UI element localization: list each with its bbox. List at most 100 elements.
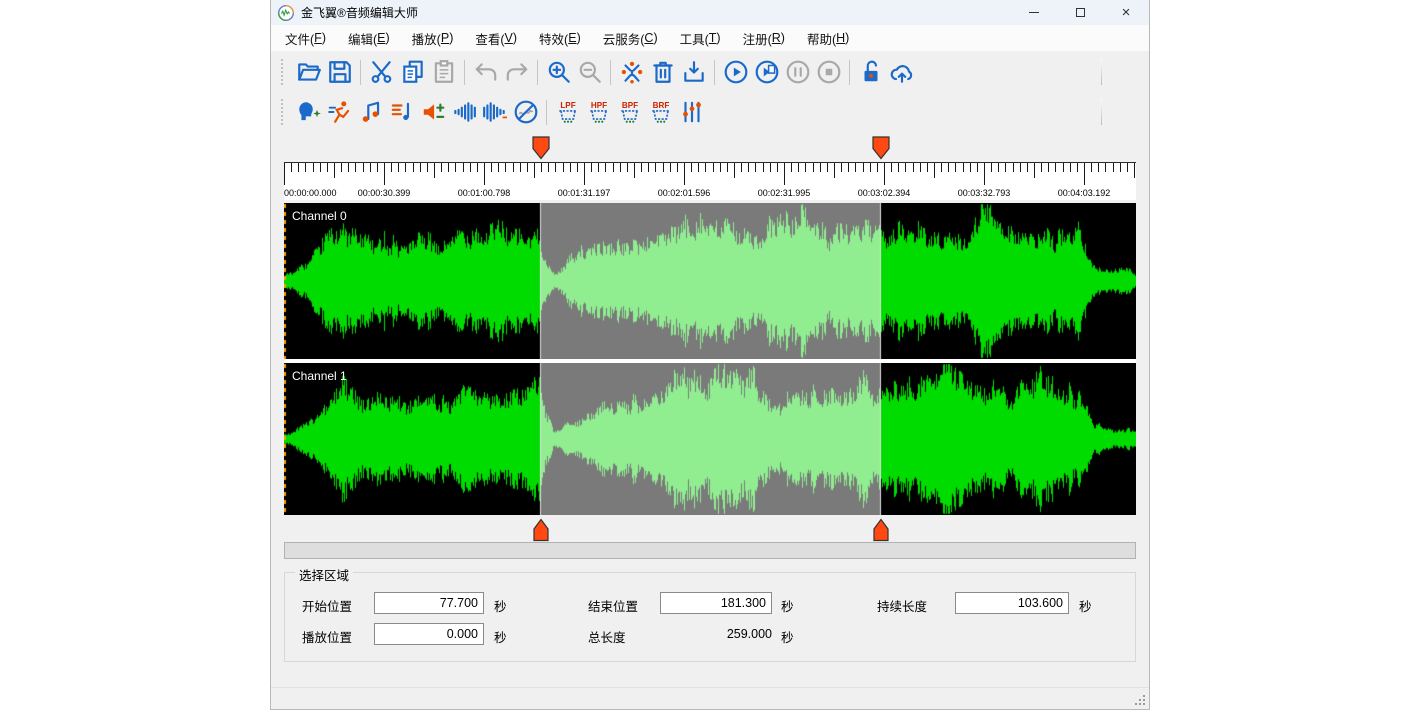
status-bar [271, 687, 1149, 709]
ruler-tick [955, 163, 956, 172]
open-icon [296, 59, 322, 85]
ruler-tick [963, 163, 964, 172]
cut-button[interactable] [367, 57, 396, 87]
tempo-button[interactable] [325, 97, 354, 127]
ruler-label: 00:04:03.192 [1058, 188, 1111, 198]
save-button[interactable] [325, 57, 354, 87]
minimize-icon [1029, 12, 1039, 13]
ruler-tick [1063, 163, 1064, 172]
ruler-tick [998, 163, 999, 172]
resize-grip[interactable] [1135, 695, 1145, 705]
end-position-input[interactable] [660, 592, 772, 614]
copy-button[interactable] [398, 57, 427, 87]
ruler-tick [705, 163, 706, 172]
unlock-button[interactable] [856, 57, 885, 87]
ruler-tick [284, 163, 285, 185]
ruler-tick [427, 163, 428, 172]
ruler-tick [663, 163, 664, 172]
maximize-button[interactable] [1057, 0, 1103, 25]
ruler-tick [891, 163, 892, 172]
timeline-ruler[interactable]: 00:00:00.00000:00:30.39900:01:00.79800:0… [284, 162, 1136, 200]
maximize-icon [1076, 8, 1085, 17]
import-button[interactable] [679, 57, 708, 87]
pitch-button[interactable] [356, 97, 385, 127]
menu-item-3[interactable]: 播放(P) [401, 25, 465, 51]
ruler-tick [841, 163, 842, 172]
volume-icon [420, 99, 446, 125]
play-button[interactable] [721, 57, 750, 87]
play-position-input[interactable] [374, 623, 484, 645]
ruler-tick [920, 163, 921, 172]
menu-item-4[interactable]: 查看(V) [464, 25, 528, 51]
filter-brf-button[interactable]: BRF [646, 97, 675, 127]
ruler-tick [720, 163, 721, 172]
menu-item-9[interactable]: 帮助(H) [796, 25, 860, 51]
filter-hpf-button[interactable]: HPF [584, 97, 613, 127]
fade-out-button[interactable] [480, 97, 509, 127]
open-button[interactable] [294, 57, 323, 87]
menu-item-6[interactable]: 云服务(C) [592, 25, 669, 51]
ruler-tick [977, 163, 978, 172]
toolbar-grip[interactable] [281, 59, 285, 85]
minimize-button[interactable] [1011, 0, 1057, 25]
toolbar-separator [849, 60, 850, 85]
volume-button[interactable] [418, 97, 447, 127]
rate-button[interactable] [387, 97, 416, 127]
ruler-tick [1120, 163, 1121, 172]
ruler-tick [584, 163, 585, 185]
total-length-unit: 秒 [781, 627, 794, 646]
ruler-tick [1005, 163, 1006, 172]
voice-button[interactable] [294, 97, 323, 127]
menu-item-5[interactable]: 特效(E) [528, 25, 592, 51]
fade-in-button[interactable] [449, 97, 478, 127]
ruler-tick [770, 163, 771, 172]
pause-icon [785, 59, 811, 85]
ruler-tick [1098, 163, 1099, 172]
svg-text:HPF: HPF [590, 101, 606, 110]
total-length-label: 总长度 [588, 627, 626, 646]
start-position-input[interactable] [374, 592, 484, 614]
toolbar-grip[interactable] [281, 99, 285, 125]
delete-button[interactable] [648, 57, 677, 87]
filter-lpf-button[interactable]: LPF [553, 97, 582, 127]
close-button[interactable]: × [1103, 0, 1149, 25]
ruler-tick [398, 163, 399, 172]
ruler-tick [970, 163, 971, 172]
menu-item-1[interactable]: 文件(F) [274, 25, 337, 51]
mix-button[interactable] [617, 57, 646, 87]
ruler-tick [1113, 163, 1114, 172]
waveform-channel-0[interactable] [284, 203, 1136, 359]
ruler-tick [620, 163, 621, 172]
ruler-tick [370, 163, 371, 172]
close-icon: × [1122, 5, 1131, 20]
menu-item-7[interactable]: 工具(T) [669, 25, 732, 51]
zoom-in-button[interactable] [544, 57, 573, 87]
stop-button [814, 57, 843, 87]
equalizer-button[interactable] [677, 97, 706, 127]
zoom-in-icon [546, 59, 572, 85]
ruler-tick [1084, 163, 1085, 185]
ruler-tick [791, 163, 792, 172]
ruler-tick [834, 163, 835, 178]
duration-input[interactable] [955, 592, 1069, 614]
selection-start-marker-top[interactable] [532, 136, 550, 165]
ruler-tick [1027, 163, 1028, 172]
ruler-tick [534, 163, 535, 178]
cut-icon [369, 59, 395, 85]
denoise-button[interactable] [511, 97, 540, 127]
toolbar-separator [714, 60, 715, 85]
filter-bpf-button[interactable]: BPF [615, 97, 644, 127]
ruler-tick [591, 163, 592, 172]
play-selection-button[interactable] [752, 57, 781, 87]
ruler-tick [313, 163, 314, 172]
waveform-scrollbar[interactable] [284, 542, 1136, 559]
end-position-label: 结束位置 [588, 596, 638, 615]
cloud-upload-button[interactable] [887, 57, 916, 87]
pitch-icon [358, 99, 384, 125]
menu-item-8[interactable]: 注册(R) [732, 25, 796, 51]
ruler-tick [820, 163, 821, 172]
waveform-channel-1[interactable] [284, 363, 1136, 515]
ruler-tick [298, 163, 299, 172]
selection-end-marker-top[interactable] [872, 136, 890, 165]
menu-item-2[interactable]: 编辑(E) [337, 25, 401, 51]
